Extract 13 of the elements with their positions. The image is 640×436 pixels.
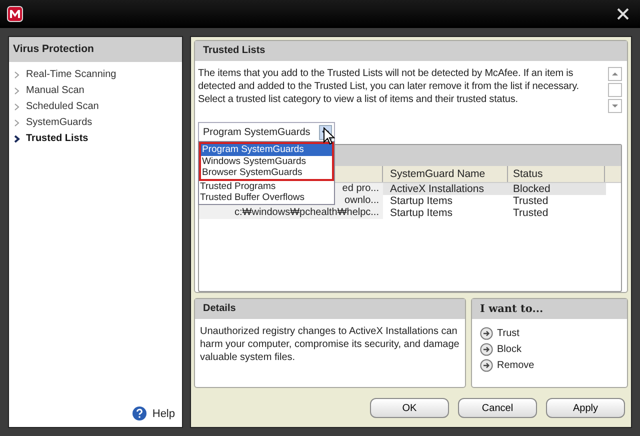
panel-title: Trusted Lists [195,41,627,61]
description-text: The items that you add to the Trusted Lists will not be detected by McAfee. If an item is detected and added to the Trusted List, you can later remove it from the list if necessary. Select a trusted list category to view a list of items and their trusted status. [198,67,580,107]
details-text: Unauthorized registry changes to ActiveX Installations can harm your computer, compromise its security, and damage valuable system files. [199,325,460,365]
table-cell-text: Blocked [512,183,552,195]
sidebar-title: Virus Protection [9,37,182,62]
panel-title: Details [195,299,465,319]
table-cell-text: Startup Items [389,207,454,219]
table-cell-text: Trusted [512,195,550,207]
table-cell-text: ActiveX Installations [389,183,485,195]
table-cell-text: Trusted [512,207,550,219]
table-cell: c:₩windows₩pchealth₩helpc... [199,207,383,219]
table-cell-text: Startup Items [389,195,454,207]
panel-title: I want to... [472,299,627,319]
